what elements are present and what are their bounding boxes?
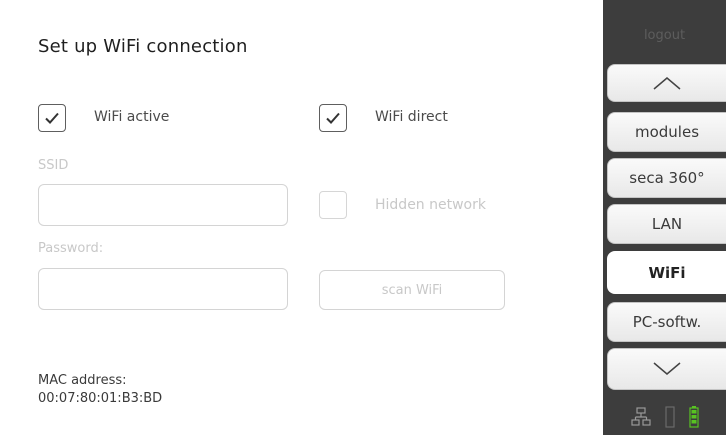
hidden-network-label: Hidden network bbox=[375, 197, 486, 213]
wifi-active-label: WiFi active bbox=[94, 109, 170, 125]
wifi-direct-label: WiFi direct bbox=[375, 109, 448, 125]
battery-icon bbox=[688, 405, 699, 428]
scroll-up-button[interactable] bbox=[607, 64, 726, 102]
chevron-down-icon bbox=[653, 362, 681, 375]
sidebar-item-lan[interactable]: LAN bbox=[607, 204, 726, 244]
password-input[interactable] bbox=[38, 268, 288, 310]
wifi-direct-checkbox[interactable] bbox=[319, 104, 347, 132]
mac-address-label: MAC address: bbox=[38, 373, 127, 388]
sidebar: logout modules seca 360° LAN WiFi PC-sof… bbox=[603, 0, 726, 435]
password-label: Password: bbox=[38, 241, 104, 256]
wireless-signal-icon bbox=[664, 405, 675, 428]
sidebar-item-wifi[interactable]: WiFi bbox=[607, 251, 726, 294]
sidebar-item-seca-360[interactable]: seca 360° bbox=[607, 158, 726, 198]
status-bar bbox=[603, 398, 726, 435]
sidebar-item-modules[interactable]: modules bbox=[607, 112, 726, 152]
scroll-down-button[interactable] bbox=[607, 348, 726, 390]
scan-wifi-button[interactable]: scan WiFi bbox=[319, 270, 505, 310]
network-icon bbox=[630, 406, 651, 426]
wifi-active-checkbox[interactable] bbox=[38, 104, 66, 132]
chevron-up-icon bbox=[653, 77, 681, 90]
ssid-input[interactable] bbox=[38, 184, 288, 226]
checkmark-icon bbox=[45, 112, 59, 124]
main-panel: Set up WiFi connection WiFi active WiFi … bbox=[0, 0, 603, 435]
ssid-label: SSID bbox=[38, 158, 69, 173]
sidebar-item-pc-software[interactable]: PC-softw. bbox=[607, 302, 726, 342]
mac-address-value: 00:07:80:01:B3:BD bbox=[38, 391, 163, 406]
page-title: Set up WiFi connection bbox=[38, 36, 248, 57]
hidden-network-checkbox[interactable] bbox=[319, 191, 347, 219]
checkmark-icon bbox=[326, 112, 340, 124]
logout-button[interactable]: logout bbox=[603, 28, 726, 43]
